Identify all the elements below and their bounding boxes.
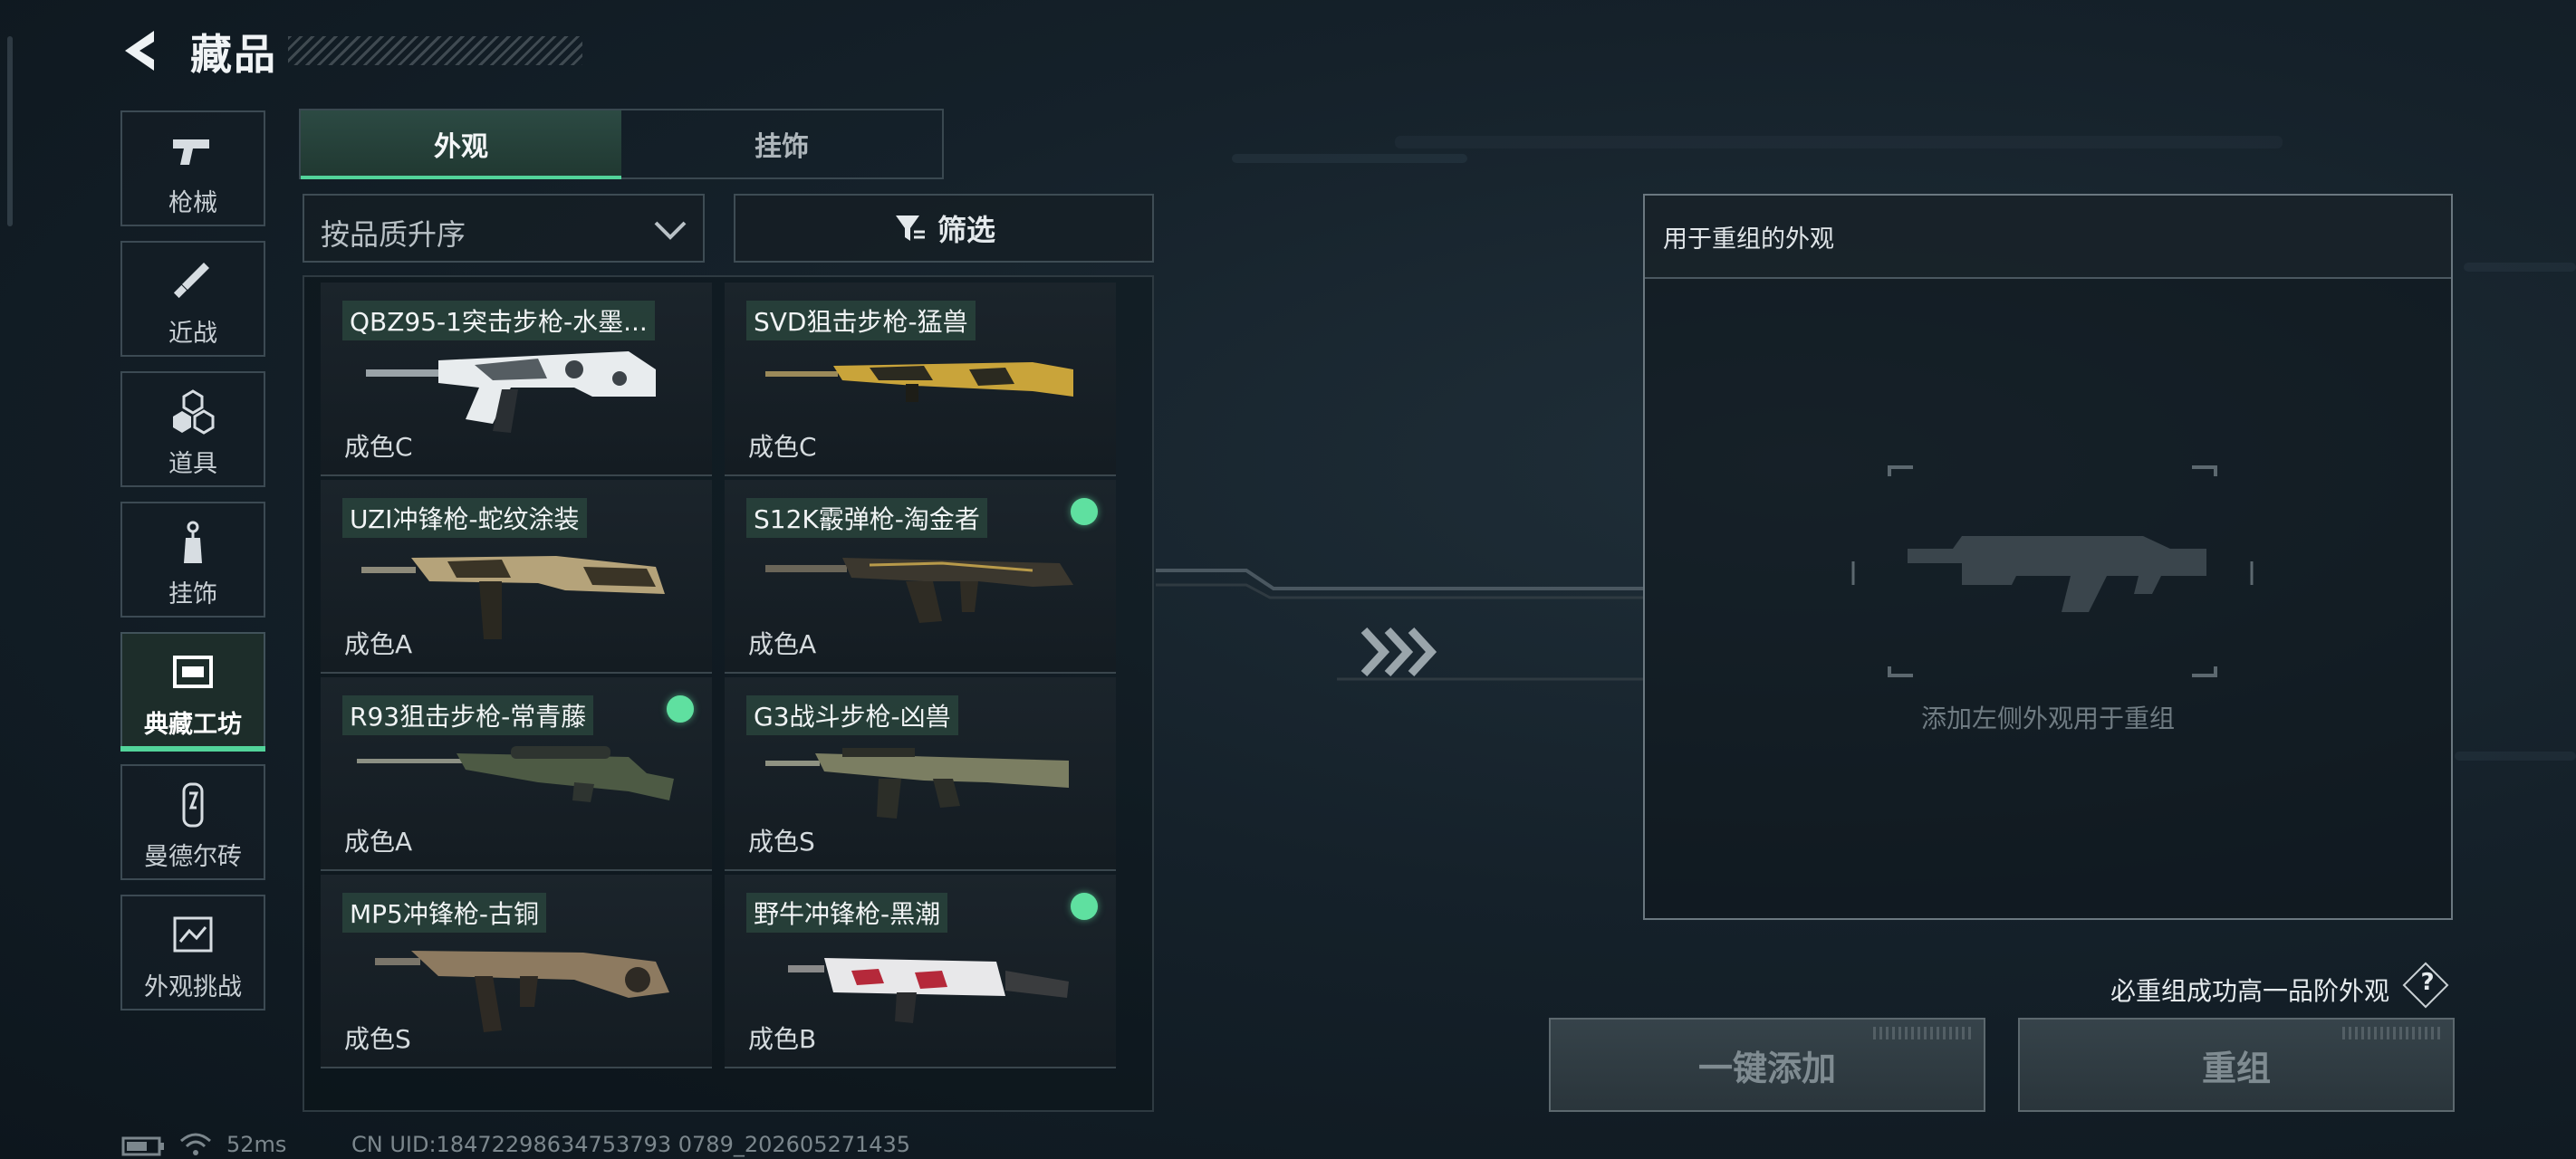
knife-icon — [173, 263, 209, 299]
sort-value: 按品质升序 — [321, 217, 466, 252]
tab-appearance[interactable]: 外观 — [301, 110, 621, 179]
filter-button[interactable]: 筛选 — [734, 194, 1154, 263]
skin-card[interactable]: 野牛冲锋枪-黑潮 成色B — [725, 875, 1116, 1068]
charm-icon — [184, 521, 202, 563]
skin-card[interactable]: SVD狙击步枪-猛兽 成色C — [725, 283, 1116, 476]
sidebar-item-label: 道具 — [168, 450, 217, 478]
page-title: 藏品 — [190, 30, 277, 79]
bg-decoration — [2464, 263, 2576, 272]
skin-card[interactable]: G3战斗步枪-凶兽 成色S — [725, 677, 1116, 871]
panel-title: 用于重组的外观 — [1663, 225, 1834, 254]
sidebar-item-label: 挂饰 — [168, 580, 217, 608]
tab-charms[interactable]: 挂饰 — [621, 110, 942, 177]
tab-underline — [301, 176, 621, 179]
empty-slot-placeholder[interactable] — [1781, 458, 2324, 685]
add-all-button[interactable]: 一键添加 — [1549, 1018, 1985, 1112]
workshop-icon — [173, 656, 213, 688]
challenge-icon — [173, 916, 213, 953]
button-label: 一键添加 — [1697, 1048, 1836, 1088]
sidebar-item-workshop[interactable]: 典藏工坊 — [120, 632, 265, 752]
bg-decoration — [1395, 136, 2283, 148]
sidebar-item-label: 曼德尔砖 — [144, 843, 242, 871]
tab-bar: 外观 挂饰 — [299, 109, 944, 179]
recombine-note: 必重组成功高一品阶外观 — [2110, 976, 2390, 1006]
skin-grade: 成色C — [748, 432, 817, 462]
recombine-button[interactable]: 重组 — [2018, 1018, 2455, 1112]
skin-grade: 成色B — [748, 1024, 817, 1054]
skin-grade: 成色S — [748, 827, 815, 857]
button-label: 重组 — [2201, 1048, 2271, 1088]
sidebar-item-label: 近战 — [168, 320, 217, 348]
wifi-icon — [180, 1133, 211, 1155]
skin-card[interactable]: MP5冲锋枪-古铜 成色S — [321, 875, 712, 1068]
skin-card[interactable]: R93狙击步枪-常青藤 成色A — [321, 677, 712, 871]
back-arrow-icon[interactable] — [118, 27, 165, 74]
skin-card[interactable]: QBZ95-1突击步枪-水墨... 成色C — [321, 283, 712, 476]
sidebar-item-mandel-brick[interactable]: 曼德尔砖 — [120, 764, 265, 880]
sidebar-item-charms[interactable]: 挂饰 — [120, 502, 265, 618]
skin-grade: 成色C — [344, 432, 413, 462]
tab-label: 挂饰 — [755, 131, 809, 163]
status-badge — [667, 695, 694, 723]
grenade-icon — [173, 389, 215, 435]
skin-grade: 成色A — [344, 827, 413, 857]
sidebar-item-label: 外观挑战 — [144, 973, 242, 1001]
sidebar-item-melee[interactable]: 近战 — [120, 241, 265, 357]
bg-decoration — [2455, 752, 2576, 761]
status-badge — [1071, 498, 1098, 525]
button-decoration — [1873, 1027, 1973, 1039]
empty-hint: 添加左侧外观用于重组 — [1920, 704, 2175, 733]
pistol-icon — [173, 139, 209, 165]
title-decoration — [288, 36, 582, 65]
sidebar-item-label: 典藏工坊 — [144, 711, 242, 739]
triple-chevron-icon — [1360, 627, 1437, 677]
skin-card[interactable]: S12K霰弹枪-淘金者 成色A — [725, 480, 1116, 674]
skin-grade: 成色S — [344, 1024, 411, 1054]
recombine-panel: 用于重组的外观 添加左侧外观用于重组 — [1643, 194, 2453, 920]
button-decoration — [2342, 1027, 2442, 1039]
filter-icon — [895, 216, 925, 241]
skin-grade: 成色A — [748, 629, 817, 659]
bg-decoration — [1232, 154, 1467, 163]
sidebar-item-skin-challenge[interactable]: 外观挑战 — [120, 895, 265, 1011]
active-indicator — [120, 746, 265, 752]
chevron-down-icon — [654, 221, 687, 240]
battery-icon — [121, 1136, 164, 1156]
sidebar-item-guns[interactable]: 枪械 — [120, 110, 265, 226]
sort-dropdown[interactable]: 按品质升序 — [303, 194, 705, 263]
skin-grade: 成色A — [344, 629, 413, 659]
tab-label: 外观 — [434, 131, 488, 163]
scroll-indicator — [7, 36, 13, 226]
skin-card[interactable]: UZI冲锋枪-蛇纹涂装 成色A — [321, 480, 712, 674]
filter-label: 筛选 — [937, 213, 995, 247]
sidebar-item-props[interactable]: 道具 — [120, 371, 265, 487]
uid-text: CN UID:18472298634753793 0789_2026052714… — [351, 1132, 911, 1157]
help-icon-glyph: ? — [2420, 969, 2435, 996]
ping-value: 52ms — [226, 1132, 287, 1157]
status-badge — [1071, 893, 1098, 920]
brick-icon — [182, 782, 204, 828]
sidebar-item-label: 枪械 — [168, 189, 217, 217]
